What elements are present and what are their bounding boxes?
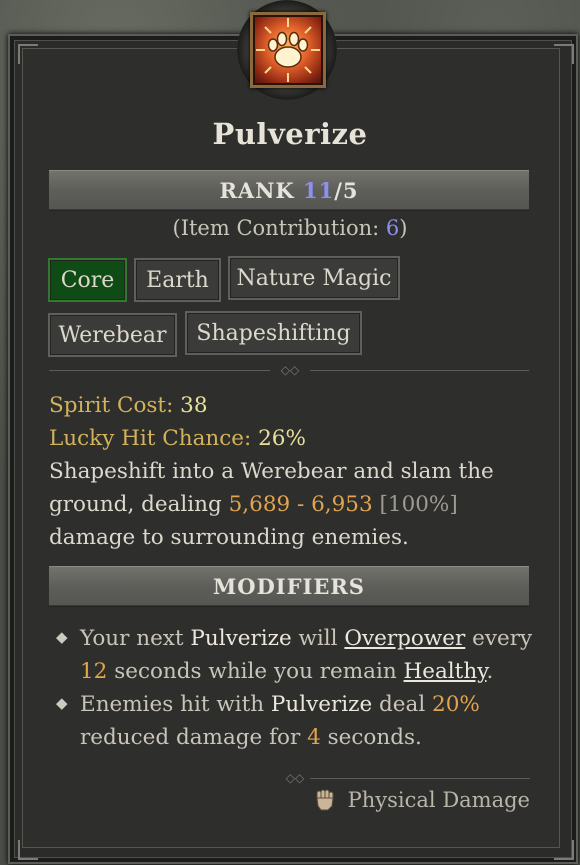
mod-skill-name: Pulverize xyxy=(190,626,292,651)
modifier-damage-reduction: ◆ Enemies hit with Pulverize deal 20% re… xyxy=(56,688,536,754)
rank-separator: / xyxy=(334,177,343,203)
item-contribution: (Item Contribution: 6) xyxy=(0,216,580,240)
damage-type-label: Physical Damage xyxy=(347,788,530,812)
modifier-overpower: ◆ Your next Pulverize will Overpower eve… xyxy=(56,622,536,688)
mod-text: reduced damage for xyxy=(80,725,308,750)
divider-ornament: ◇◇ xyxy=(280,772,310,784)
rank-max: 5 xyxy=(342,177,359,203)
description-line-3: damage to surrounding enemies. xyxy=(49,525,409,550)
rank-current: 11 xyxy=(302,177,335,203)
description-text: ground, dealing xyxy=(49,492,229,517)
modifiers-banner: MODIFIERS xyxy=(49,566,529,606)
mod-percent-value: 20% xyxy=(432,692,480,717)
modifiers-list: ◆ Your next Pulverize will Overpower eve… xyxy=(56,622,536,754)
divider-ornament: ◇◇ xyxy=(270,364,310,376)
description-line-1: Shapeshift into a Werebear and slam the xyxy=(49,459,494,484)
tag-earth: Earth xyxy=(134,258,221,302)
bear-paw-icon xyxy=(250,12,326,88)
diamond-bullet-icon: ◆ xyxy=(56,694,68,712)
mod-text: . xyxy=(486,659,494,684)
damage-type: Physical Damage xyxy=(314,788,530,812)
frame-corner xyxy=(554,44,574,64)
rank-banner: RANK 11/5 xyxy=(49,170,529,210)
mod-text: will xyxy=(291,626,345,651)
contribution-close: ) xyxy=(399,216,408,240)
spirit-cost-label: Spirit Cost: xyxy=(49,393,181,418)
spirit-cost-line: Spirit Cost: 38 xyxy=(49,389,539,422)
mod-skill-name: Pulverize xyxy=(270,692,373,717)
fist-icon xyxy=(316,789,334,811)
frame-corner xyxy=(554,840,574,860)
diamond-bullet-icon: ◆ xyxy=(56,628,68,646)
damage-percent: [100%] xyxy=(372,492,458,517)
healthy-keyword[interactable]: Healthy xyxy=(404,659,487,684)
lucky-hit-label: Lucky Hit Chance: xyxy=(49,426,259,451)
tag-shapeshifting: Shapeshifting xyxy=(185,311,362,355)
lucky-hit-value: 26% xyxy=(258,426,306,451)
skill-stats: Spirit Cost: 38 Lucky Hit Chance: 26% Sh… xyxy=(49,389,539,554)
rank-label: RANK xyxy=(219,177,295,203)
tag-werebear: Werebear xyxy=(48,313,177,357)
damage-range: 5,689 - 6,953 xyxy=(228,492,373,517)
mod-text: every xyxy=(465,626,533,651)
tag-core: Core xyxy=(48,258,127,302)
mod-seconds-value: 4 xyxy=(307,725,321,750)
mod-text: seconds. xyxy=(320,725,422,750)
mod-seconds-value: 12 xyxy=(80,659,108,684)
mod-text: Your next xyxy=(80,626,191,651)
description-line-2: ground, dealing 5,689 - 6,953 [100%] xyxy=(49,488,539,521)
mod-text: deal xyxy=(372,692,433,717)
skill-title: Pulverize xyxy=(212,117,368,151)
frame-corner xyxy=(18,44,38,64)
contribution-label: (Item Contribution: xyxy=(172,216,386,240)
mod-text: Enemies hit with xyxy=(80,692,271,717)
overpower-keyword[interactable]: Overpower xyxy=(344,626,465,651)
mod-text: seconds while you remain xyxy=(107,659,404,684)
lucky-hit-line: Lucky Hit Chance: 26% xyxy=(49,422,539,455)
spirit-cost-value: 38 xyxy=(180,393,208,418)
tag-nature-magic: Nature Magic xyxy=(228,256,400,300)
frame-corner xyxy=(18,840,38,860)
footer-divider xyxy=(290,778,530,779)
contribution-value: 6 xyxy=(385,216,400,240)
